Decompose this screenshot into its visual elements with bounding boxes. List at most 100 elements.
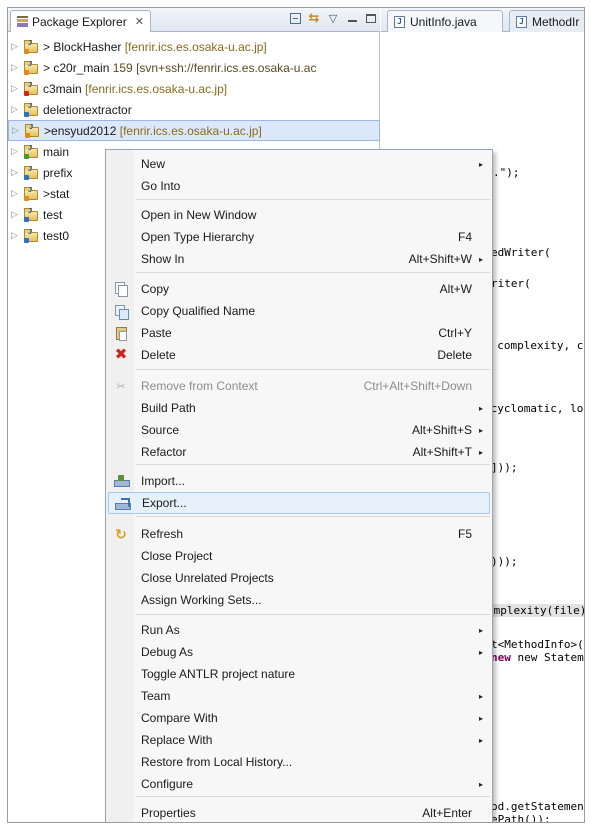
- expand-icon[interactable]: ▷: [11, 167, 21, 178]
- project-c3main[interactable]: ▷ Jc3main [fenrir.ics.es.osaka-u.ac.jp]: [8, 78, 380, 99]
- expand-icon[interactable]: ▷: [11, 209, 21, 220]
- java-project-icon: J: [24, 61, 39, 75]
- package-explorer-icon: [17, 16, 28, 27]
- menu-item-run-as[interactable]: Run As ▸: [108, 619, 490, 641]
- java-file-icon: J: [394, 15, 405, 28]
- menu-item-export[interactable]: Export...: [108, 492, 490, 514]
- project-repo: [fenrir.ics.es.osaka-u.ac.jp]: [81, 81, 228, 96]
- menu-item-label: Import...: [141, 474, 186, 488]
- menu-item-open-in-new-window[interactable]: Open in New Window: [108, 204, 490, 226]
- link-with-editor-icon[interactable]: ⇆: [307, 10, 321, 25]
- menu-item-build-path[interactable]: Build Path ▸: [108, 397, 490, 419]
- project-name: deletionextractor: [43, 102, 132, 117]
- menu-item-label: Run As: [141, 623, 180, 637]
- java-project-icon: J: [25, 124, 40, 138]
- code-line: , complexity, c: [484, 339, 584, 352]
- project-deletionextractor[interactable]: ▷ Jdeletionextractor: [8, 99, 380, 120]
- menu-item-refresh[interactable]: ↻ Refresh F5: [108, 523, 490, 545]
- expand-icon[interactable]: ▷: [11, 104, 21, 115]
- editor-tab-methodinfo[interactable]: J MethodIr: [509, 10, 584, 32]
- menu-item-new[interactable]: New ▸: [108, 153, 490, 175]
- menu-item-properties[interactable]: Properties Alt+Enter: [108, 802, 490, 822]
- submenu-arrow-icon: ▸: [478, 647, 483, 657]
- project-name: BlockHasher: [53, 39, 122, 54]
- menu-item-copy-qualified-name[interactable]: Copy Qualified Name: [108, 300, 490, 322]
- package-explorer-tab-label: Package Explorer: [32, 14, 127, 29]
- menu-item-refactor[interactable]: Refactor Alt+Shift+T ▸: [108, 441, 490, 463]
- menu-separator: [136, 199, 490, 200]
- project-name: main: [43, 144, 70, 159]
- code-line: riter(: [491, 277, 531, 290]
- menu-separator: [136, 614, 490, 615]
- maximize-icon[interactable]: [364, 11, 378, 25]
- remove-context-icon: ✂: [116, 380, 126, 393]
- close-icon[interactable]: ✕: [135, 15, 144, 28]
- expand-icon[interactable]: ▷: [11, 41, 21, 52]
- project-prefix: >: [43, 39, 54, 54]
- package-explorer-tab[interactable]: Package Explorer ✕: [10, 10, 151, 32]
- expand-icon[interactable]: ▷: [11, 230, 21, 241]
- project-label: main: [43, 145, 69, 159]
- menu-item-debug-as[interactable]: Debug As ▸: [108, 641, 490, 663]
- project-label: > c20r_main 159 [svn+ssh://fenrir.ics.es…: [43, 61, 316, 75]
- code-line: od.getStatement: [491, 800, 585, 813]
- menu-item-shortcut: Alt+Enter: [422, 806, 472, 820]
- minimize-icon[interactable]: [345, 11, 359, 25]
- menu-item-paste[interactable]: Paste Ctrl+Y: [108, 322, 490, 344]
- copy-icon: [113, 281, 129, 297]
- menu-item-close-project[interactable]: Close Project: [108, 545, 490, 567]
- menu-item-label: Compare With: [141, 711, 218, 725]
- code-line: ePath());: [491, 813, 551, 823]
- menu-item-assign-working-sets[interactable]: Assign Working Sets...: [108, 589, 490, 611]
- menu-item-label: Show In: [141, 252, 185, 266]
- menu-separator: [136, 464, 490, 465]
- menu-item-show-in[interactable]: Show In Alt+Shift+W ▸: [108, 248, 490, 270]
- project-name: c20r_main: [53, 60, 110, 75]
- menu-item-toggle-antlr-project-nature[interactable]: Toggle ANTLR project nature: [108, 663, 490, 685]
- menu-item-open-type-hierarchy[interactable]: Open Type Hierarchy F4: [108, 226, 490, 248]
- view-menu-icon[interactable]: ▽: [326, 11, 340, 25]
- copy-qualified-name-icon: [113, 303, 129, 320]
- menu-separator: [136, 796, 490, 797]
- expand-icon[interactable]: ▷: [11, 188, 21, 199]
- expand-icon[interactable]: ▷: [11, 146, 21, 157]
- editor-tab-unitinfo[interactable]: J UnitInfo.java: [387, 10, 503, 32]
- package-explorer-tabbar: Package Explorer ✕ ⇆ ▽: [8, 8, 380, 32]
- java-project-icon: J: [24, 208, 39, 222]
- code-text: new StatementC: [517, 651, 584, 664]
- menu-item-import[interactable]: Import...: [108, 470, 490, 492]
- code-line: edWriter(: [491, 246, 551, 259]
- expand-icon[interactable]: ▷: [12, 125, 22, 136]
- menu-item-restore-from-local-history[interactable]: Restore from Local History...: [108, 751, 490, 773]
- submenu-arrow-icon: ▸: [478, 159, 483, 169]
- menu-item-configure[interactable]: Configure ▸: [108, 773, 490, 795]
- project-c20r_main[interactable]: ▷ J > c20r_main 159 [svn+ssh://fenrir.ics.…: [8, 57, 380, 78]
- menu-item-shortcut: Alt+Shift+W: [408, 252, 472, 266]
- menu-item-close-unrelated-projects[interactable]: Close Unrelated Projects: [108, 567, 490, 589]
- menu-item-copy[interactable]: Copy Alt+W: [108, 278, 490, 300]
- project-name: test0: [43, 228, 70, 243]
- menu-item-label: Team: [141, 689, 171, 703]
- menu-item-shortcut: Alt+Shift+T: [412, 445, 472, 459]
- menu-item-go-into[interactable]: Go Into: [108, 175, 490, 197]
- menu-item-label: Go Into: [141, 179, 181, 193]
- menu-item-team[interactable]: Team ▸: [108, 685, 490, 707]
- project-label: test0: [43, 229, 69, 243]
- collapse-all-icon[interactable]: [288, 11, 302, 25]
- menu-item-compare-with[interactable]: Compare With ▸: [108, 707, 490, 729]
- project-blockhasher[interactable]: ▷ J > BlockHasher [fenrir.ics.es.osaka-u.a…: [8, 36, 380, 57]
- menu-item-shortcut: F5: [457, 527, 472, 541]
- menu-item-source[interactable]: Source Alt+Shift+S ▸: [108, 419, 490, 441]
- expand-icon[interactable]: ▷: [11, 62, 21, 73]
- menu-item-label: Restore from Local History...: [141, 755, 293, 769]
- menu-item-shortcut: Alt+Shift+S: [411, 423, 472, 437]
- code-line: ]));: [491, 461, 518, 474]
- menu-item-replace-with[interactable]: Replace With ▸: [108, 729, 490, 751]
- refresh-icon: ↻: [115, 525, 127, 542]
- code-line: new new StatementC: [491, 651, 584, 664]
- menu-item-delete[interactable]: ✖ Delete Delete: [108, 344, 490, 366]
- project-label: prefix: [43, 166, 72, 180]
- expand-icon[interactable]: ▷: [11, 83, 21, 94]
- project-ensyud2012[interactable]: ▷ J >ensyud2012 [fenrir.ics.es.osaka-u.ac.…: [8, 120, 380, 141]
- menu-item-label: Close Unrelated Projects: [141, 571, 274, 585]
